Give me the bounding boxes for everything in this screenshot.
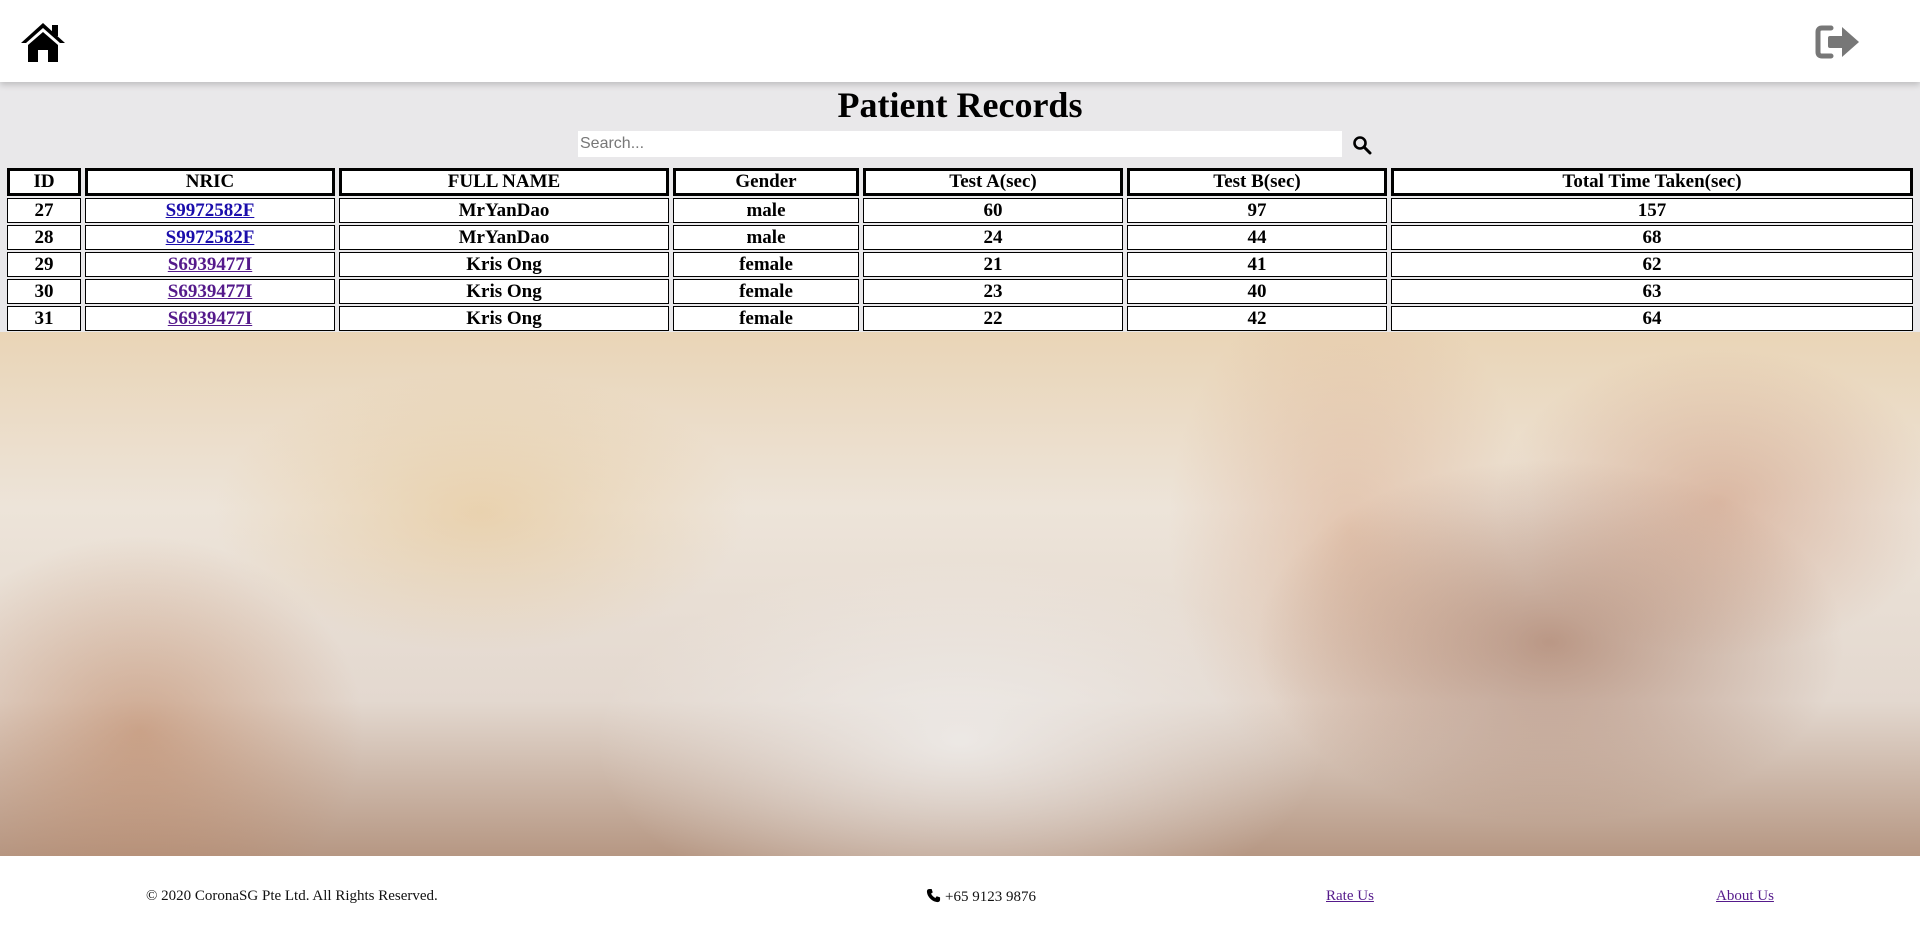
logout-button[interactable]	[1815, 22, 1861, 62]
copyright-text: © 2020 CoronaSG Pte Ltd. All Rights Rese…	[146, 888, 438, 904]
nric-link[interactable]: S6939477I	[168, 254, 252, 275]
search-icon	[1353, 136, 1372, 155]
cell-test-b: 42	[1127, 306, 1387, 331]
phone-number: +65 9123 9876	[945, 889, 1036, 905]
column-header-test-b[interactable]: Test B(sec)	[1127, 168, 1387, 196]
about-us-link[interactable]: About Us	[1716, 888, 1774, 905]
cell-test-b: 97	[1127, 198, 1387, 223]
column-header-test-a[interactable]: Test A(sec)	[863, 168, 1123, 196]
nric-link[interactable]: S6939477I	[168, 281, 252, 302]
search-button[interactable]	[1352, 135, 1372, 155]
cell-total: 62	[1391, 252, 1913, 277]
column-header-total-time[interactable]: Total Time Taken(sec)	[1391, 168, 1913, 196]
cell-nric: S6939477I	[85, 306, 335, 331]
cell-nric: S9972582F	[85, 225, 335, 250]
search-input[interactable]	[578, 131, 1342, 157]
cell-id: 29	[7, 252, 81, 277]
nric-link[interactable]: S9972582F	[166, 200, 255, 221]
cell-test-b: 44	[1127, 225, 1387, 250]
cell-gender: female	[673, 306, 859, 331]
top-navbar	[0, 0, 1920, 82]
cell-id: 27	[7, 198, 81, 223]
column-header-full-name[interactable]: FULL NAME	[339, 168, 669, 196]
cell-test-a: 21	[863, 252, 1123, 277]
cell-full-name: MrYanDao	[339, 198, 669, 223]
cell-full-name: Kris Ong	[339, 252, 669, 277]
footer: © 2020 CoronaSG Pte Ltd. All Rights Rese…	[0, 856, 1920, 936]
table-header-row: ID NRIC FULL NAME Gender Test A(sec) Tes…	[7, 168, 1913, 196]
cell-total: 157	[1391, 198, 1913, 223]
nric-link[interactable]: S9972582F	[166, 227, 255, 248]
nric-link[interactable]: S6939477I	[168, 308, 252, 329]
cell-gender: male	[673, 225, 859, 250]
cell-gender: female	[673, 252, 859, 277]
column-header-nric[interactable]: NRIC	[85, 168, 335, 196]
cell-nric: S9972582F	[85, 198, 335, 223]
table-row: 31 S6939477I Kris Ong female 22 42 64	[7, 306, 1913, 331]
sign-out-icon	[1815, 25, 1859, 59]
cell-test-a: 22	[863, 306, 1123, 331]
phone-contact: +65 9123 9876	[926, 888, 1036, 906]
patient-records-table: ID NRIC FULL NAME Gender Test A(sec) Tes…	[3, 166, 1917, 333]
phone-icon	[926, 888, 941, 903]
cell-full-name: MrYanDao	[339, 225, 669, 250]
cell-test-b: 40	[1127, 279, 1387, 304]
home-button[interactable]	[19, 20, 67, 64]
cell-gender: female	[673, 279, 859, 304]
cell-total: 68	[1391, 225, 1913, 250]
cell-full-name: Kris Ong	[339, 279, 669, 304]
records-panel: Patient Records ID NRIC FULL NAME Gender…	[0, 82, 1920, 332]
cell-id: 31	[7, 306, 81, 331]
cell-nric: S6939477I	[85, 252, 335, 277]
page-title: Patient Records	[837, 85, 1083, 125]
cell-total: 63	[1391, 279, 1913, 304]
column-header-id[interactable]: ID	[7, 168, 81, 196]
cell-nric: S6939477I	[85, 279, 335, 304]
cell-test-a: 60	[863, 198, 1123, 223]
cell-full-name: Kris Ong	[339, 306, 669, 331]
cell-gender: male	[673, 198, 859, 223]
table-row: 29 S6939477I Kris Ong female 21 41 62	[7, 252, 1913, 277]
home-icon	[21, 23, 65, 62]
cell-test-a: 23	[863, 279, 1123, 304]
cell-test-a: 24	[863, 225, 1123, 250]
cell-test-b: 41	[1127, 252, 1387, 277]
rate-us-link[interactable]: Rate Us	[1326, 888, 1374, 905]
table-row: 27 S9972582F MrYanDao male 60 97 157	[7, 198, 1913, 223]
cell-id: 28	[7, 225, 81, 250]
table-row: 28 S9972582F MrYanDao male 24 44 68	[7, 225, 1913, 250]
column-header-gender[interactable]: Gender	[673, 168, 859, 196]
cell-total: 64	[1391, 306, 1913, 331]
table-row: 30 S6939477I Kris Ong female 23 40 63	[7, 279, 1913, 304]
cell-id: 30	[7, 279, 81, 304]
